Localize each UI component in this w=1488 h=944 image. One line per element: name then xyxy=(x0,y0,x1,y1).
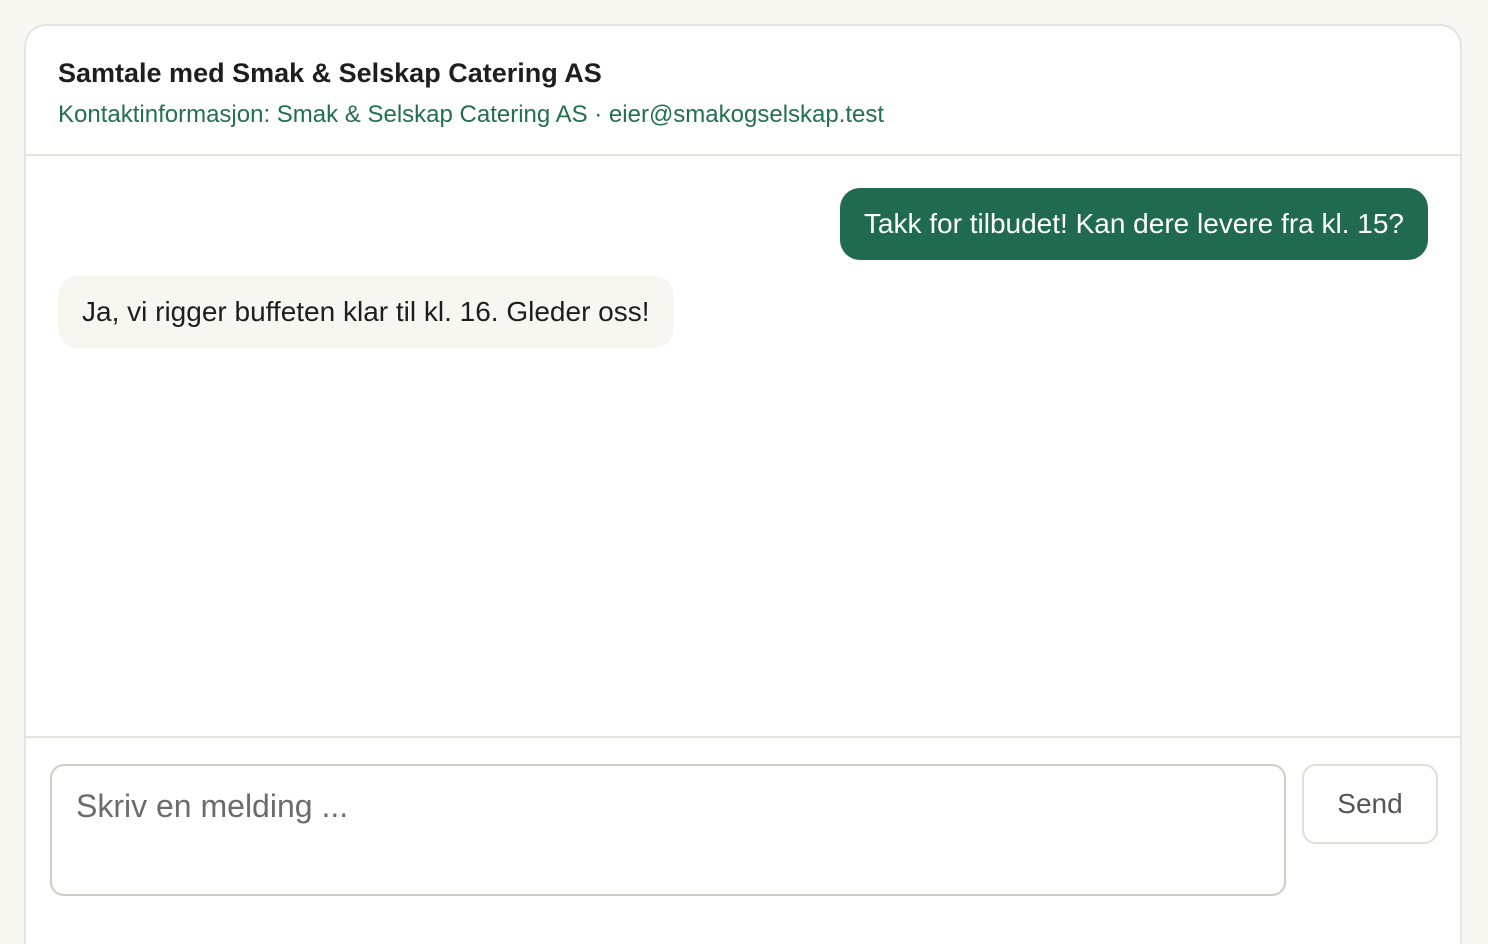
conversation-header: Samtale med Smak & Selskap Catering AS K… xyxy=(26,26,1460,156)
outgoing-message: Takk for tilbudet! Kan dere levere fra k… xyxy=(839,188,1428,260)
send-button[interactable]: Send xyxy=(1302,764,1438,844)
chat-panel: Samtale med Smak & Selskap Catering AS K… xyxy=(24,24,1462,944)
contact-info: Kontaktinformasjon: Smak & Selskap Cater… xyxy=(58,101,885,128)
message-input[interactable] xyxy=(50,764,1286,896)
message-composer: Send xyxy=(26,736,1460,936)
message-list[interactable]: Takk for tilbudet! Kan dere levere fra k… xyxy=(26,156,1460,738)
incoming-message: Ja, vi rigger buffeten klar til kl. 16. … xyxy=(58,276,674,348)
conversation-title: Samtale med Smak & Selskap Catering AS xyxy=(58,58,602,88)
